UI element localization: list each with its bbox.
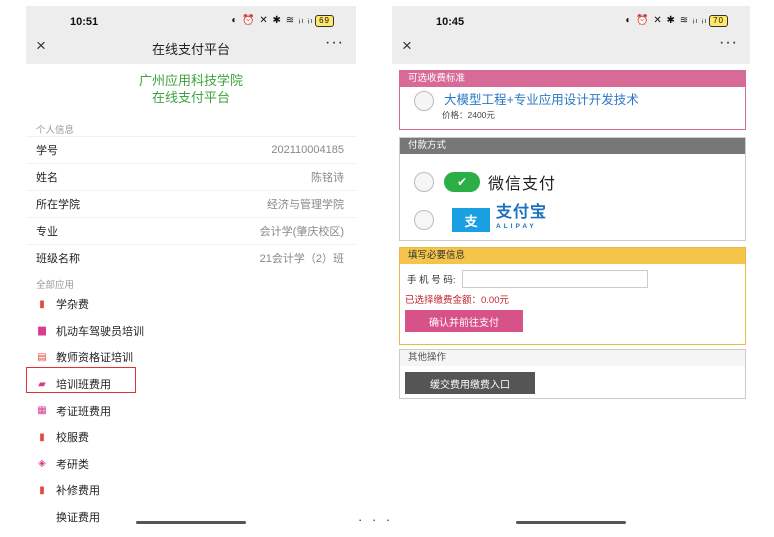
more-icon[interactable]: ··· (325, 34, 344, 52)
bar-chart-icon: ▮ (39, 298, 45, 310)
wechat-pay-option[interactable]: ✔ 微信支付 (414, 170, 556, 194)
bar-chart-icon: ▮ (39, 431, 45, 443)
right-phone-screen: 10:45 ◐ ⏰ ✕ ✱ ≋ ᵢₗ ᵢₗ 70 × ··· 可选收费标准 大模型… (392, 6, 750, 528)
alipay-icon: 支 (452, 208, 490, 232)
wechat-pay-label: 微信支付 (488, 176, 557, 193)
separator: · · · (358, 512, 394, 527)
nav-bar: × ··· (392, 34, 750, 60)
confirm-pay-button[interactable]: 确认并前往支付 (405, 310, 523, 332)
doc-icon: ▤ (37, 351, 47, 363)
app-item[interactable]: ▮ 学杂费 (26, 291, 356, 318)
info-value: 经济与管理学院 (267, 199, 344, 211)
app-item[interactable]: ▆ 机动车驾驶员培训 (26, 318, 356, 345)
school-subtitle: 在线支付平台 (151, 90, 230, 105)
fee-option[interactable]: 大模型工程+专业应用设计开发技术 价格：2400元 (414, 91, 639, 120)
alipay-radio[interactable] (414, 210, 434, 230)
phone-input[interactable] (461, 270, 648, 288)
info-label: 学号 (36, 145, 58, 157)
app-icon (36, 512, 48, 523)
home-indicator (136, 521, 246, 524)
info-row: 学号 202110004185 (26, 136, 356, 163)
info-value: 会计学(肇庆校区) (259, 226, 344, 238)
phone-field: 手 机 号 码: (407, 270, 648, 288)
fee-price: 价格：2400元 (442, 110, 495, 120)
info-value: 陈铭诗 (311, 172, 344, 184)
wechat-pay-icon: ✔ (444, 172, 480, 192)
deferred-payment-button[interactable]: 缓交费用缴费入口 (405, 372, 535, 394)
status-time: 10:45 (436, 16, 465, 28)
other-actions-header: 其他操作 (400, 350, 745, 366)
info-label: 姓名 (36, 172, 58, 184)
wechat-radio[interactable] (414, 172, 434, 192)
required-info-header: 填写必要信息 (400, 248, 745, 264)
status-bar: 10:45 ◐ ⏰ ✕ ✱ ≋ ᵢₗ ᵢₗ 70 (392, 6, 750, 34)
app-item[interactable]: 换证费用 (26, 504, 356, 528)
app-item[interactable]: ▮ 补修费用 (26, 477, 356, 504)
app-list: ▮ 学杂费 ▆ 机动车驾驶员培训 ▤ 教师资格证培训 ▰ 培训班费用 ▦ 考证班费用 ▮ 校服费 ◈ 考研… (26, 291, 356, 528)
status-bar: 10:51 ◐ ⏰ ✕ ✱ ≋ ᵢₗ ᵢₗ 69 (26, 6, 356, 34)
info-list: 学号 202110004185 姓名 陈铭诗所在学院 经济与管理学院专业 会计学(肇庆校区… (26, 136, 356, 271)
more-icon[interactable]: ··· (719, 34, 738, 52)
fee-standard-panel: 可选收费标准 大模型工程+专业应用设计开发技术 价格：2400元 (399, 70, 746, 130)
app-label: 机动车驾驶员培训 (56, 325, 144, 338)
payment-method-header: 付款方式 (400, 138, 745, 154)
main-content: 广州应用科技学院 在线支付平台 个人信息 学号 202110004185 姓名 陈铭诗… (26, 64, 356, 528)
bar-chart-icon: ▮ (39, 484, 45, 496)
info-label: 专业 (36, 226, 58, 238)
info-value: 202110004185 (271, 144, 344, 156)
status-icons: ◐ ⏰ ✕ ✱ ≋ ᵢₗ ᵢₗ 69 (231, 15, 334, 27)
payment-method-panel: 付款方式 ✔ 微信支付 支 支付宝 ALIPAY (399, 137, 746, 241)
status-time: 10:51 (70, 16, 99, 28)
app-label: 校服费 (56, 432, 89, 445)
info-row: 班级名称 21会计学（2）班 (26, 244, 356, 271)
battery-icon: 70 (709, 15, 728, 27)
app-label: 考研类 (56, 458, 89, 471)
page-title: 在线支付平台 (151, 42, 230, 57)
personal-info-label: 个人信息 (36, 125, 75, 136)
graduation-cap-icon: ◈ (38, 458, 46, 470)
app-label: 考证班费用 (56, 405, 111, 418)
main-content: 可选收费标准 大模型工程+专业应用设计开发技术 价格：2400元 付款方式 ✔ … (392, 64, 750, 528)
battery-icon: 69 (315, 15, 334, 27)
selected-amount: 已选择缴费金额：0.00元 (405, 295, 509, 306)
required-info-panel: 填写必要信息 手 机 号 码: 已选择缴费金额：0.00元 确认并前往支付 (399, 247, 746, 345)
info-value: 21会计学（2）班 (259, 253, 344, 265)
highlight-box (26, 367, 136, 393)
all-apps-label: 全部应用 (36, 280, 75, 291)
app-label: 学杂费 (56, 299, 89, 312)
alipay-option[interactable]: 支 支付宝 ALIPAY (414, 205, 547, 234)
info-row: 专业 会计学(肇庆校区) (26, 217, 356, 244)
school-name: 广州应用科技学院 (138, 73, 243, 88)
app-item[interactable]: ▦ 考证班费用 (26, 397, 356, 424)
fee-name: 大模型工程+专业应用设计开发技术 (444, 93, 639, 107)
status-icons: ◐ ⏰ ✕ ✱ ≋ ᵢₗ ᵢₗ 70 (625, 15, 728, 27)
bus-icon: ▆ (38, 325, 46, 337)
info-row: 姓名 陈铭诗 (26, 163, 356, 190)
nav-bar: × 在线支付平台 ··· (26, 34, 356, 60)
other-actions-panel: 其他操作 缓交费用缴费入口 (399, 349, 746, 399)
app-item[interactable]: ◈ 考研类 (26, 451, 356, 478)
home-indicator (516, 521, 626, 524)
phone-label: 手 机 号 码: (407, 275, 456, 286)
left-phone-screen: 10:51 ◐ ⏰ ✕ ✱ ≋ ᵢₗ ᵢₗ 69 × 在线支付平台 ··· 广州应… (26, 6, 356, 528)
close-icon[interactable]: × (402, 36, 412, 56)
app-label: 换证费用 (56, 512, 100, 525)
app-item[interactable]: ▮ 校服费 (26, 424, 356, 451)
app-label: 补修费用 (56, 485, 100, 498)
fee-standard-header: 可选收费标准 (400, 71, 745, 87)
alipay-label: 支付宝 ALIPAY (496, 205, 547, 234)
info-label: 所在学院 (36, 199, 80, 211)
fee-radio[interactable] (414, 91, 434, 111)
info-row: 所在学院 经济与管理学院 (26, 190, 356, 217)
school-header: 广州应用科技学院 在线支付平台 (26, 64, 356, 116)
certificate-icon: ▦ (37, 405, 47, 417)
info-label: 班级名称 (36, 253, 80, 265)
alipay-sublabel: ALIPAY (496, 223, 537, 230)
app-label: 教师资格证培训 (56, 352, 133, 365)
